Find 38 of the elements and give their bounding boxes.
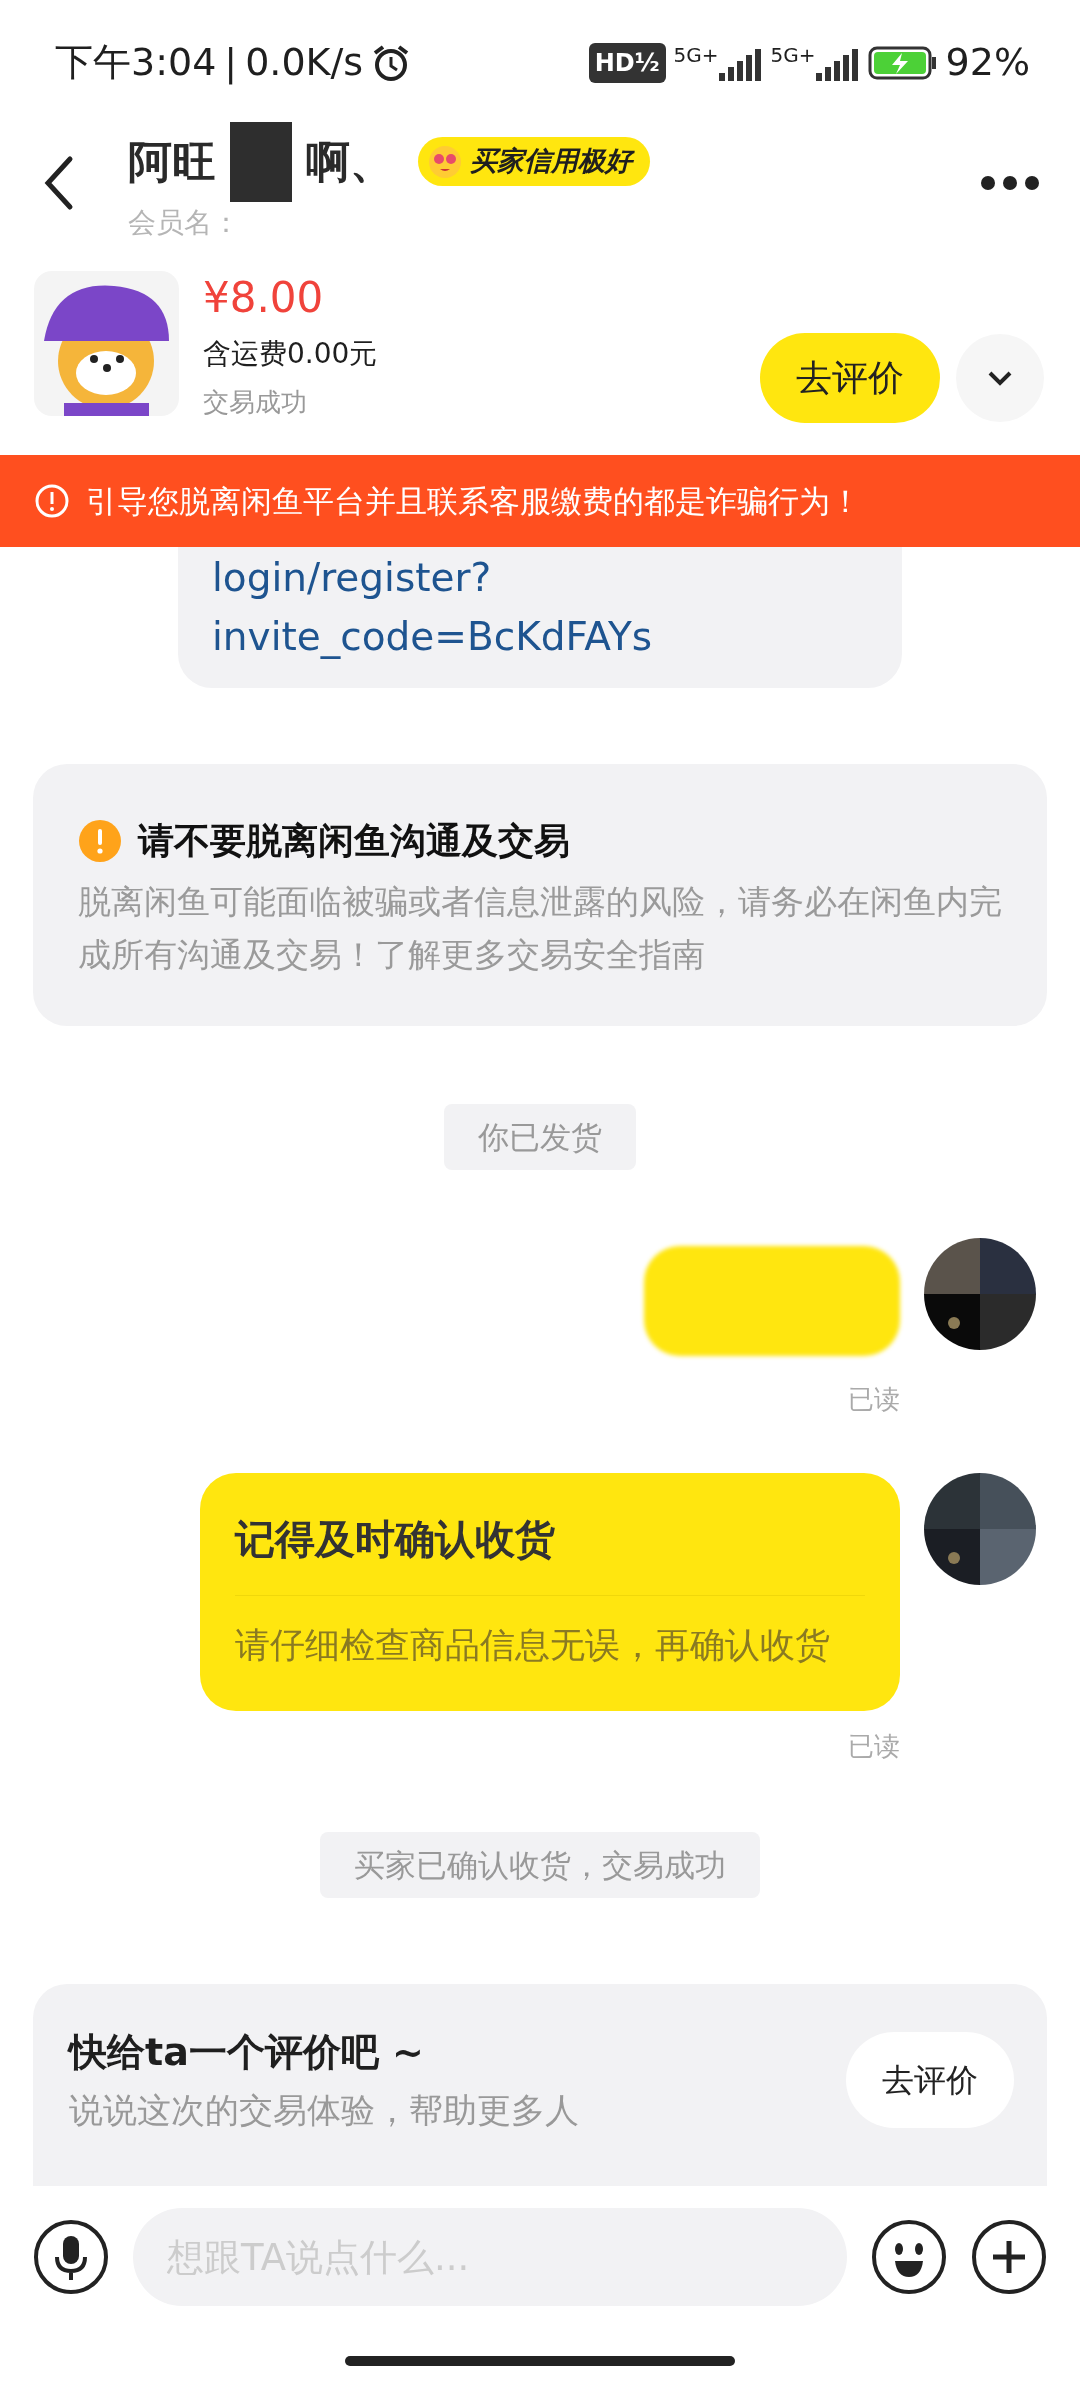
system-message: 买家已确认收货，交易成功 [320, 1831, 760, 1899]
network-type-text: 5G+ [673, 44, 719, 65]
battery-text: 92% [945, 39, 1030, 86]
member-name-label: 会员名： [128, 204, 241, 241]
network-speed-text: 0.0K/s [245, 39, 364, 86]
banner-text: 引导您脱离闲鱼平台并且联系客服缴费的都是诈骗行为！ [86, 481, 861, 521]
microphone-icon[interactable] [33, 2219, 109, 2296]
hd-badge: HD½ [588, 42, 666, 83]
read-receipt: 已读 [848, 1729, 900, 1763]
card-title: 记得及时确认收货 [235, 1509, 865, 1597]
card-text: 请仔细检查商品信息无误，再确认收货 [235, 1624, 831, 1668]
chevron-down-icon [987, 370, 1013, 386]
read-receipt: 已读 [848, 1383, 900, 1417]
network-type-text: 5G+ [770, 44, 816, 65]
emoji-face-icon [428, 144, 462, 179]
price-text: ¥8.00 [203, 271, 325, 324]
order-status-text: 交易成功 [203, 385, 308, 419]
system-message: 你已发货 [444, 1103, 636, 1171]
home-indicator[interactable] [345, 2356, 735, 2367]
review-button[interactable]: 去评价 [760, 333, 940, 423]
contact-name: 阿旺 [128, 134, 216, 189]
battery-icon [867, 44, 938, 81]
shipping-text: 含运费0.00元 [203, 335, 378, 372]
review-button[interactable]: 去评价 [846, 2032, 1014, 2129]
notice-text: 脱离闲鱼可能面临被骗或者信息泄露的风险，请务必在闲鱼内完成所有沟通及交易！了解更多交易安全指南 [78, 881, 1002, 976]
notice-title: 请不要脱离闲鱼沟通及交易 [138, 819, 570, 863]
review-prompt-subtitle: 说说这次的交易体验，帮助更多人 [69, 2089, 579, 2133]
emoji-icon[interactable] [871, 2219, 947, 2296]
time-text: 下午3:04 [55, 39, 217, 86]
link-text[interactable]: login/register? [212, 549, 868, 608]
plus-icon[interactable] [971, 2219, 1047, 2296]
separator-text: | [224, 39, 238, 87]
link-text[interactable]: invite_code=BcKdFAYs [212, 607, 868, 666]
contact-name: 啊、 [306, 134, 394, 189]
more-icon[interactable] [980, 174, 1040, 191]
review-prompt-title: 快给ta一个评价吧 ~ [69, 2029, 425, 2077]
alert-icon [34, 483, 70, 519]
warning-icon [78, 819, 122, 863]
